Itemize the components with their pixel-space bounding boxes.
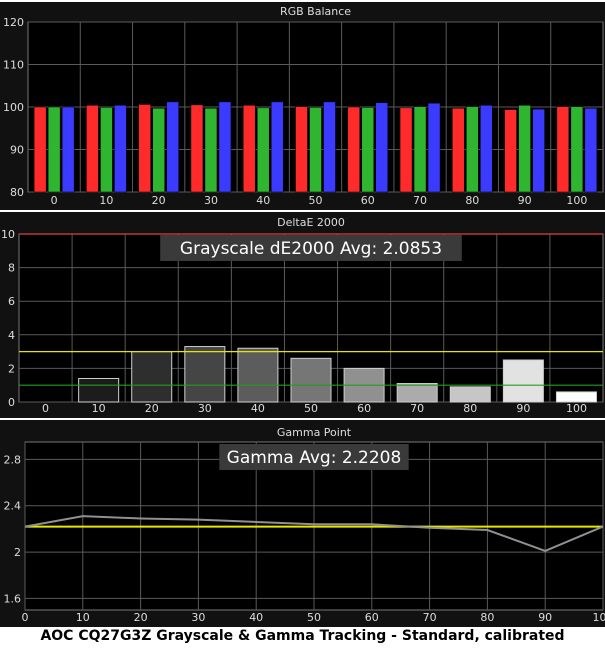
panel1-bar-blue [114, 105, 127, 193]
panel2-x-tick-label: 90 [516, 402, 530, 415]
panel3-x-tick-label: 30 [191, 611, 205, 624]
panel2-x-tick-label: 60 [357, 402, 371, 415]
panel2-annotation: Grayscale dE2000 Avg: 2.0853 [180, 239, 442, 259]
panel3-y-tick-label: 2 [14, 546, 21, 559]
panel1-bar-red [556, 106, 570, 193]
panel3-title: Gamma Point [277, 426, 352, 439]
panel2-bar [449, 386, 491, 403]
panel1-bar-red [190, 104, 204, 193]
panel3-x-tick-label: 60 [365, 611, 379, 624]
panel1-x-tick-label: 100 [566, 194, 587, 207]
chart-page: RGB Balance 80 90 100 110 120 0 10 20 30 40 50 60 70 8… [0, 0, 605, 652]
panel1-bar-red [347, 106, 361, 193]
panel1-bar-blue [218, 101, 232, 193]
panel2-y-tick-label: 2 [8, 362, 15, 375]
panel1-bar-green [413, 106, 427, 193]
panel1-y-tick-label: 80 [10, 186, 24, 199]
panel2-x-tick-label: 40 [251, 402, 265, 415]
panel3-x-tick-label: 0 [22, 611, 29, 624]
chart-figure: RGB Balance80901001101200 10 20 30 40 50 60 70 8… [0, 2, 605, 627]
panel1-bar-green [47, 106, 61, 193]
panel1-bar-red [86, 105, 99, 193]
panel2-bar [290, 357, 332, 403]
panel1-bar-red [33, 106, 47, 193]
panel2-y-tick-label: 10 [1, 228, 15, 241]
panel3-annotation: Gamma Avg: 2.2208 [227, 448, 402, 468]
panel1-bar-green [570, 106, 584, 193]
panel3-x-tick-label: 80 [480, 611, 494, 624]
panel2-bar [396, 383, 438, 403]
panel2-bar [555, 391, 597, 403]
panel1-x-tick-label: 0 [51, 194, 58, 207]
panel1-bar-blue [532, 108, 545, 193]
panel3-x-tick-label: 90 [538, 611, 552, 624]
panel1-y-tick-label: 90 [10, 144, 24, 157]
panel1-bar-green [361, 107, 375, 193]
figure-caption: AOC CQ27G3Z Grayscale & Gamma Tracking -… [40, 628, 565, 644]
panel1-x-tick-label: 50 [309, 194, 323, 207]
panel1-bar-blue [166, 101, 179, 193]
panel1-bar-red [504, 109, 517, 193]
panel1-bar-red [242, 105, 256, 193]
panel2-x-tick-label: 0 [42, 402, 49, 415]
panel1-bar-blue [480, 105, 493, 193]
panel1-bar-blue [323, 101, 336, 193]
panel2-x-tick-label: 50 [304, 402, 318, 415]
panel1-y-tick-label: 100 [3, 101, 24, 114]
panel3-y-tick-label: 2.8 [4, 453, 22, 466]
panel1-title: RGB Balance [280, 5, 351, 18]
panel1-x-tick-label: 40 [256, 194, 270, 207]
panel1-x-tick-label: 10 [99, 194, 113, 207]
panel1-x-tick-label: 60 [361, 194, 375, 207]
panel1-bar-green [100, 107, 113, 193]
panel1-x-tick-label: 20 [152, 194, 166, 207]
panel3-x-tick-label: 70 [423, 611, 437, 624]
panel2-x-tick-label: 30 [198, 402, 212, 415]
panel1-bar-red [399, 107, 413, 193]
panel1-bar-green [152, 108, 165, 193]
panel1-bar-green [518, 105, 531, 193]
panel3-x-tick-label: 20 [134, 611, 148, 624]
panel2-title: DeltaE 2000 [277, 216, 345, 229]
panel3-x-tick-label: 10 [76, 611, 90, 624]
panel2-bar [502, 359, 544, 403]
panel2-y-tick-label: 6 [8, 295, 15, 308]
panel1-bar-green [466, 106, 479, 193]
panel2-x-tick-label: 100 [566, 402, 587, 415]
panel2-x-tick-label: 70 [410, 402, 424, 415]
panel2-x-tick-label: 80 [463, 402, 477, 415]
panel1-x-tick-label: 70 [413, 194, 427, 207]
panel1-bar-green [204, 108, 218, 193]
panel2-bar [237, 347, 279, 403]
panel2-y-tick-label: 4 [8, 329, 15, 342]
panel1-bar-blue [375, 102, 389, 193]
panel1-y-tick-label: 110 [3, 59, 24, 72]
panel2-y-tick-label: 0 [8, 396, 15, 409]
panel1-bar-green [256, 107, 270, 193]
panel2-bar [78, 377, 120, 403]
panel3-x-tick-label: 40 [249, 611, 263, 624]
panel2-x-tick-label: 10 [92, 402, 106, 415]
panel1-bar-blue [270, 101, 284, 193]
panel3-y-tick-label: 1.6 [4, 592, 22, 605]
panel1-bar-red [138, 104, 151, 193]
panel3-x-tick-label: 50 [307, 611, 321, 624]
panel2-x-tick-label: 20 [145, 402, 159, 415]
panel1-x-tick-label: 80 [465, 194, 479, 207]
panel1-bar-red [295, 106, 308, 193]
panel2-bar [131, 351, 173, 403]
panel1-x-tick-label: 90 [518, 194, 532, 207]
panel2-bar [184, 346, 226, 403]
panel1-y-tick-label: 120 [3, 16, 24, 29]
panel1-bar-red [452, 108, 465, 193]
panel3-y-tick-label: 2.4 [4, 500, 22, 513]
panel1-bar-blue [427, 102, 441, 193]
panel2-y-tick-label: 8 [8, 262, 15, 275]
panel1-bar-blue [61, 106, 75, 193]
panel3-x-tick-label: 100 [593, 611, 605, 624]
panel1-bar-blue [584, 108, 598, 193]
panel1-bar-green [309, 107, 322, 193]
panel1-x-tick-label: 30 [204, 194, 218, 207]
